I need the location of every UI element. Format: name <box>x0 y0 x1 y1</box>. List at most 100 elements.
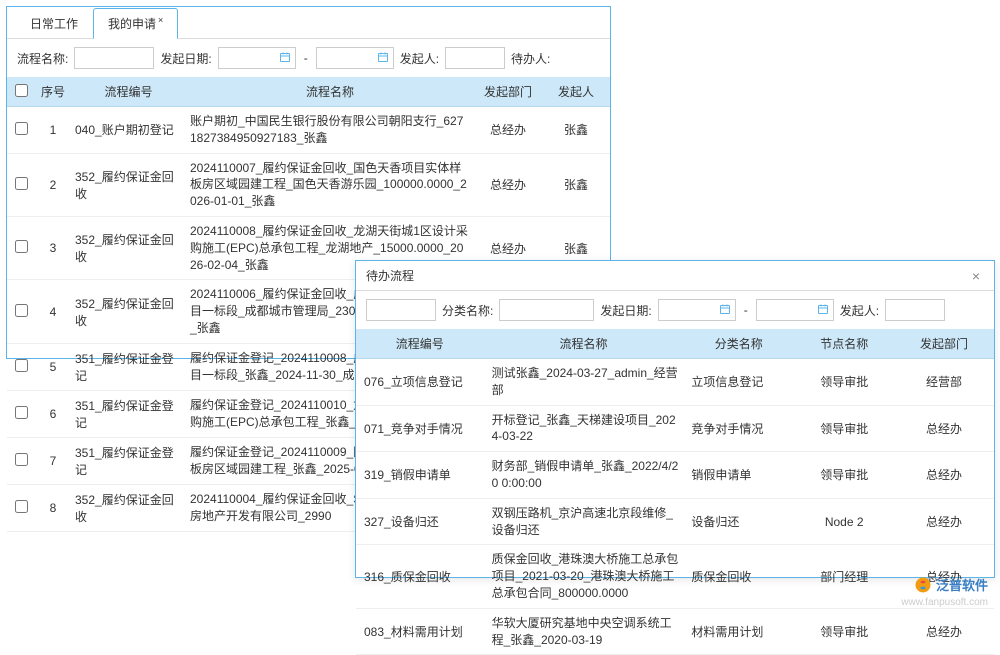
cell-seq: 6 <box>35 390 71 437</box>
table-row[interactable]: 327_设备归还双钢压路机_京沪高速北京段维修_设备归还设备归还Node 2总经… <box>356 498 994 545</box>
date-to-wrap <box>756 299 834 321</box>
table-row[interactable]: 319_销假申请单财务部_销假申请单_张鑫_2022/4/20 0:00:00销… <box>356 452 994 499</box>
cell-dept: 总经办 <box>894 405 994 452</box>
cell-initiator: 张鑫 <box>542 153 610 216</box>
row-checkbox[interactable] <box>15 359 28 372</box>
row-checkbox[interactable] <box>15 122 28 135</box>
calendar-icon[interactable] <box>279 51 291 66</box>
cell-node: 领导审批 <box>794 608 894 655</box>
cell-code: 319_销假申请单 <box>356 452 484 499</box>
table-row[interactable]: 083_材料需用计划华软大厦研究基地中央空调系统工程_张鑫_2020-03-19… <box>356 608 994 655</box>
table-row[interactable]: 076_立项信息登记测试张鑫_2024-03-27_admin_经营部立项信息登… <box>356 359 994 406</box>
cell-seq: 8 <box>35 484 71 531</box>
cell-dept: 总经办 <box>894 452 994 499</box>
cell-node: Node 2 <box>794 498 894 545</box>
filter-name-label: 流程名称: <box>17 50 68 67</box>
row-checkbox[interactable] <box>15 240 28 253</box>
cell-name: 2024110007_履约保证金回收_国色天香项目实体样板房区域园建工程_国色天… <box>186 153 474 216</box>
cell-node: 领导审批 <box>794 405 894 452</box>
cell-code: 352_履约保证金回收 <box>71 484 186 531</box>
row-checkbox[interactable] <box>15 304 28 317</box>
calendar-icon[interactable] <box>719 303 731 318</box>
pending-date-to-input[interactable] <box>761 303 817 318</box>
date-from-wrap <box>218 47 296 69</box>
filter-cat-input[interactable] <box>499 299 594 321</box>
header-dept: 发起部门 <box>474 77 542 107</box>
pending-search-input[interactable] <box>366 299 436 321</box>
cell-seq: 7 <box>35 437 71 484</box>
pending-initiator-input[interactable] <box>885 299 945 321</box>
brand-logo-icon <box>914 576 932 594</box>
pending-header: 待办流程 × <box>356 261 994 291</box>
date-from-wrap <box>658 299 736 321</box>
cell-code: 040_账户期初登记 <box>71 107 186 154</box>
header-seq: 序号 <box>35 77 71 107</box>
cell-node: 部门经理 <box>794 545 894 608</box>
cell-code: 351_履约保证金登记 <box>71 390 186 437</box>
header-initiator: 发起人 <box>542 77 610 107</box>
date-from-input[interactable] <box>223 51 279 66</box>
cell-name: 华软大厦研究基地中央空调系统工程_张鑫_2020-03-19 <box>484 608 684 655</box>
table-header-row: 序号 流程编号 流程名称 发起部门 发起人 <box>7 77 610 107</box>
cell-seq: 3 <box>35 216 71 279</box>
cell-name: 质保金回收_港珠澳大桥施工总承包项目_2021-03-20_港珠澳大桥施工总承包… <box>484 545 684 608</box>
tab-my-applications[interactable]: 我的申请× <box>93 8 178 39</box>
select-all-checkbox[interactable] <box>15 84 28 97</box>
date-separator: - <box>304 51 308 65</box>
row-checkbox[interactable] <box>15 500 28 513</box>
filter-name-input[interactable] <box>74 47 154 69</box>
filter-initiator-input[interactable] <box>445 47 505 69</box>
date-separator: - <box>744 303 748 317</box>
cell-cat: 立项信息登记 <box>683 359 794 406</box>
tab-close-icon[interactable]: × <box>158 15 163 25</box>
close-icon[interactable]: × <box>968 268 984 284</box>
tab-daily-work[interactable]: 日常工作 <box>15 8 93 39</box>
table-row[interactable]: 2352_履约保证金回收2024110007_履约保证金回收_国色天香项目实体样… <box>7 153 610 216</box>
cell-dept: 总经办 <box>474 107 542 154</box>
brand-text: 泛普软件 <box>936 575 988 594</box>
filter-initiator-label: 发起人: <box>400 50 439 67</box>
pending-panel: 待办流程 × 分类名称: 发起日期: - 发起人: 流程编号 流程名称 <box>355 260 995 578</box>
cell-code: 351_履约保证金登记 <box>71 343 186 390</box>
row-checkbox[interactable] <box>15 177 28 190</box>
cell-dept: 总经办 <box>894 608 994 655</box>
cell-seq: 2 <box>35 153 71 216</box>
pending-filter-bar: 分类名称: 发起日期: - 发起人: <box>356 291 994 329</box>
tab-label: 我的申请 <box>108 17 156 31</box>
cell-code: 351_履约保证金登记 <box>71 437 186 484</box>
cell-code: 071_竞争对手情况 <box>356 405 484 452</box>
cell-seq: 4 <box>35 280 71 343</box>
filter-date-label: 发起日期: <box>160 50 211 67</box>
cell-initiator: 张鑫 <box>542 107 610 154</box>
cell-name: 双钢压路机_京沪高速北京段维修_设备归还 <box>484 498 684 545</box>
cell-name: 开标登记_张鑫_天梯建设项目_2024-03-22 <box>484 405 684 452</box>
filter-initiator-label: 发起人: <box>840 302 879 319</box>
row-checkbox[interactable] <box>15 406 28 419</box>
table-row[interactable]: 1040_账户期初登记账户期初_中国民生银行股份有限公司朝阳支行_6271827… <box>7 107 610 154</box>
cell-seq: 5 <box>35 343 71 390</box>
header-code: 流程编号 <box>356 329 484 359</box>
date-to-wrap <box>316 47 394 69</box>
filter-pending-label: 待办人: <box>511 50 550 67</box>
cell-dept: 总经办 <box>894 498 994 545</box>
brand-footer: 泛普软件 <box>914 575 988 594</box>
table-row[interactable]: 316_质保金回收质保金回收_港珠澳大桥施工总承包项目_2021-03-20_港… <box>356 545 994 608</box>
cell-seq: 1 <box>35 107 71 154</box>
calendar-icon[interactable] <box>817 303 829 318</box>
cell-cat: 竞争对手情况 <box>683 405 794 452</box>
calendar-icon[interactable] <box>377 51 389 66</box>
table-row[interactable]: 071_竞争对手情况开标登记_张鑫_天梯建设项目_2024-03-22竞争对手情… <box>356 405 994 452</box>
pending-date-from-input[interactable] <box>663 303 719 318</box>
cell-code: 352_履约保证金回收 <box>71 216 186 279</box>
cell-name: 财务部_销假申请单_张鑫_2022/4/20 0:00:00 <box>484 452 684 499</box>
table-header-row: 流程编号 流程名称 分类名称 节点名称 发起部门 <box>356 329 994 359</box>
tab-bar: 日常工作 我的申请× <box>7 7 610 39</box>
date-to-input[interactable] <box>321 51 377 66</box>
cell-cat: 设备归还 <box>683 498 794 545</box>
cell-code: 316_质保金回收 <box>356 545 484 608</box>
main-filter-bar: 流程名称: 发起日期: - 发起人: 待办人: <box>7 39 610 77</box>
header-checkbox-cell <box>7 77 35 107</box>
row-checkbox[interactable] <box>15 453 28 466</box>
header-cat: 分类名称 <box>683 329 794 359</box>
cell-cat: 销假申请单 <box>683 452 794 499</box>
